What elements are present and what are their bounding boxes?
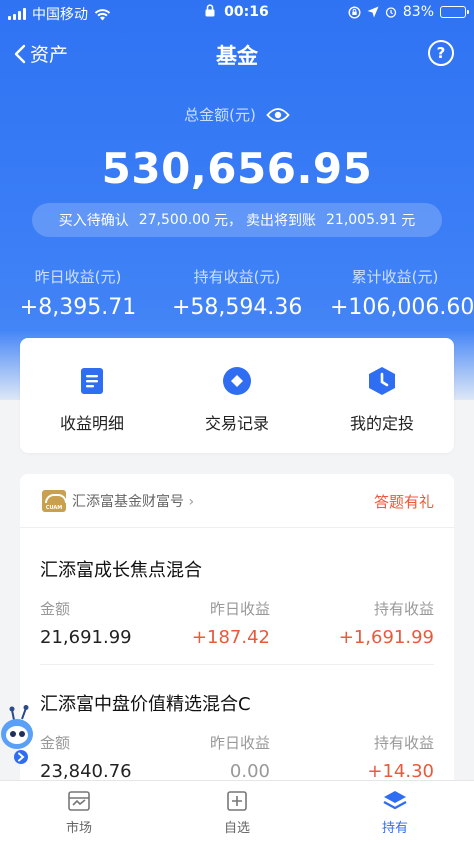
transaction-records-button[interactable]: 交易记录 (165, 366, 309, 434)
market-icon (68, 791, 90, 811)
amount-value: 23,840.76 (40, 761, 132, 782)
quiz-promo-link[interactable]: 答题有礼 (374, 491, 434, 512)
earnings-detail-button[interactable]: 收益明细 (20, 366, 164, 434)
stat-label: 持有收益(元) (193, 268, 281, 286)
pending-buy-unit: 元， (214, 213, 242, 229)
assistant-mascot-icon[interactable] (0, 704, 36, 768)
column-label: 昨日收益 (209, 734, 270, 752)
battery-percent: 83% (402, 4, 434, 20)
fund-yesterday: 昨日收益 0.00 (210, 732, 270, 782)
tab-market[interactable]: 市场 (0, 789, 158, 836)
quick-actions: 收益明细 交易记录 我的定投 (20, 338, 454, 453)
column-label: 持有收益 (373, 734, 434, 752)
yesterday-value: +187.42 (191, 627, 270, 648)
amount-value: 21,691.99 (40, 627, 132, 648)
pending-buy-label: 买入待确认 (58, 213, 129, 229)
holding-value: +1,691.99 (338, 627, 434, 648)
earnings-detail-label: 收益明细 (59, 414, 124, 433)
tab-watchlist[interactable]: 自选 (158, 789, 316, 836)
tab-holdings[interactable]: 持有 (316, 789, 474, 836)
holding-value: +14.30 (367, 761, 434, 782)
page-title: 基金 (216, 44, 258, 68)
pending-sell-value: 21,005.91 (326, 212, 398, 228)
stat-label: 昨日收益(元) (34, 268, 122, 286)
total-label-row: 总金额(元) (0, 104, 474, 125)
fund-holding: 持有收益 +1,691.99 (339, 598, 434, 648)
total-label: 总金额(元) (184, 106, 256, 124)
divider (40, 664, 434, 665)
lock-icon (205, 4, 215, 17)
fund-company-header[interactable]: CUAM 汇添富基金财富号 答题有礼 (20, 474, 454, 528)
pending-sell-label: 卖出将到账 (246, 213, 316, 229)
layers-icon (383, 791, 407, 810)
yesterday-value: 0.00 (229, 761, 270, 782)
stat-holding: 持有收益(元) +58,594.36 (172, 266, 302, 320)
pending-banner: 买入待确认 27,500.00 元， 卖出将到账 21,005.91 元 (32, 203, 442, 237)
logo-text: CUAM (45, 505, 63, 511)
stat-cumulative: 累计收益(元) +106,006.60 (330, 266, 474, 320)
fund-company-logo: CUAM (42, 490, 67, 512)
column-label: 持有收益 (373, 600, 434, 618)
tab-bar: 市场 自选 持有 (0, 780, 474, 843)
fund-amount: 金额 21,691.99 (40, 598, 132, 648)
my-auto-invest-button[interactable]: 我的定投 (310, 366, 454, 434)
nav-bar: 资产 基金 ? (0, 30, 474, 76)
eye-icon[interactable] (266, 107, 290, 123)
tab-label: 自选 (223, 821, 250, 836)
column-label: 昨日收益 (209, 600, 270, 618)
pending-sell-unit: 元 (401, 213, 416, 229)
fund-holding: 持有收益 +14.30 (367, 732, 434, 782)
document-icon (81, 368, 103, 394)
status-bar: 中国移动 00:16 83% (0, 0, 474, 26)
rotation-lock-icon (348, 5, 361, 19)
column-label: 金额 (40, 734, 71, 752)
battery-icon (440, 6, 469, 18)
help-icon[interactable]: ? (428, 40, 454, 66)
fund-amount: 金额 23,840.76 (40, 732, 132, 782)
alarm-icon (385, 7, 397, 18)
stat-yesterday: 昨日收益(元) +8,395.71 (18, 266, 138, 320)
stat-value: +106,006.60 (330, 295, 474, 320)
fund-name: 汇添富成长焦点混合 (40, 560, 202, 581)
tab-label: 持有 (381, 821, 408, 836)
stat-value: +8,395.71 (19, 295, 137, 320)
fund-company-card: CUAM 汇添富基金财富号 答题有礼 汇添富成长焦点混合 金额 21,691.9… (20, 474, 454, 794)
diamond-icon (223, 367, 251, 395)
total-value: 530,656.95 (101, 144, 373, 193)
earnings-stats: 昨日收益(元) +8,395.71 持有收益(元) +58,594.36 累计收… (0, 266, 474, 326)
shield-clock-icon (369, 367, 395, 395)
stat-label: 累计收益(元) (351, 268, 439, 286)
location-icon (367, 6, 379, 18)
pending-buy-value: 27,500.00 (138, 212, 210, 228)
fund-name: 汇添富中盘价值精选混合C (40, 694, 251, 715)
add-square-icon (227, 791, 247, 811)
transaction-records-label: 交易记录 (204, 414, 269, 433)
fund-yesterday: 昨日收益 +187.42 (192, 598, 270, 648)
my-auto-invest-label: 我的定投 (349, 414, 414, 433)
clock: 00:16 (224, 4, 269, 20)
fund-company-name[interactable]: 汇添富基金财富号 (72, 491, 194, 511)
stat-value: +58,594.36 (172, 295, 303, 320)
column-label: 金额 (40, 600, 71, 618)
tab-label: 市场 (65, 821, 92, 836)
